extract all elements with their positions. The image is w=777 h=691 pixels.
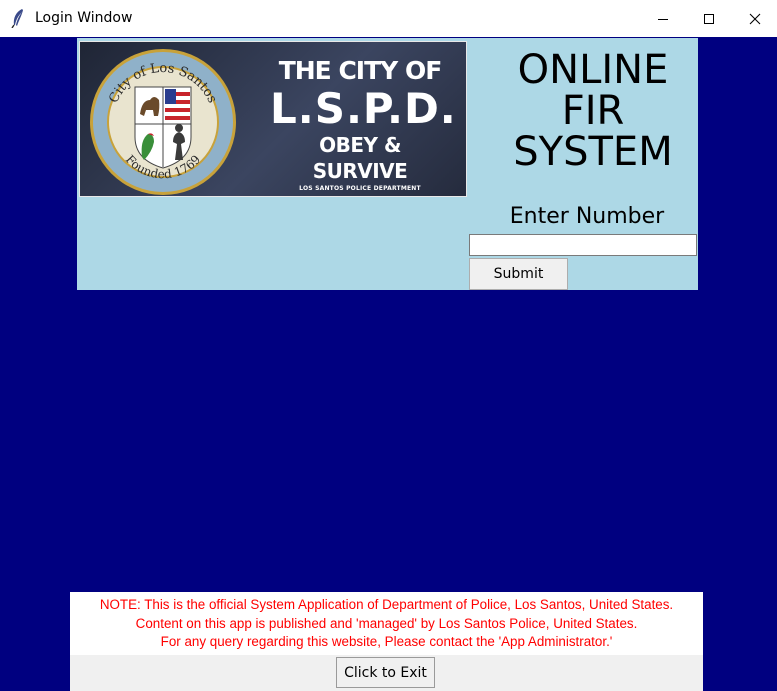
close-button[interactable]: [732, 0, 777, 37]
submit-button[interactable]: Submit: [469, 258, 568, 290]
banner-line-4: LOS SANTOS POLICE DEPARTMENT: [299, 185, 421, 192]
exit-bar: Click to Exit: [70, 655, 703, 691]
feather-icon: [10, 8, 28, 29]
note-line-1: NOTE: This is the official System Applic…: [99, 597, 674, 612]
page-title: ONLINE FIR SYSTEM: [513, 47, 673, 175]
note-line-3: For any query regarding this website, Pl…: [160, 634, 613, 649]
number-input[interactable]: [469, 234, 697, 256]
enter-number-label: Enter Number: [509, 204, 665, 229]
banner-line-1: THE CITY OF: [278, 56, 443, 85]
header-panel: City of Los Santos Founded 1769 THE CITY…: [77, 38, 698, 290]
banner-line-2: L.S.P.D.: [270, 84, 457, 133]
maximize-icon: [703, 13, 715, 25]
window-titlebar: Login Window: [0, 0, 777, 37]
lspd-banner: City of Los Santos Founded 1769 THE CITY…: [79, 41, 467, 197]
note-line-2: Content on this app is published and 'ma…: [135, 615, 638, 631]
exit-button[interactable]: Click to Exit: [336, 657, 435, 688]
footer-note: NOTE: This is the official System Applic…: [70, 592, 703, 655]
maximize-button[interactable]: [686, 0, 732, 37]
minimize-icon: [657, 13, 669, 25]
window-title: Login Window: [35, 10, 133, 26]
main-area: City of Los Santos Founded 1769 THE CITY…: [0, 37, 777, 691]
minimize-button[interactable]: [640, 0, 686, 37]
banner-line-3: OBEY & SURVIVE: [312, 133, 408, 183]
close-icon: [749, 13, 761, 25]
